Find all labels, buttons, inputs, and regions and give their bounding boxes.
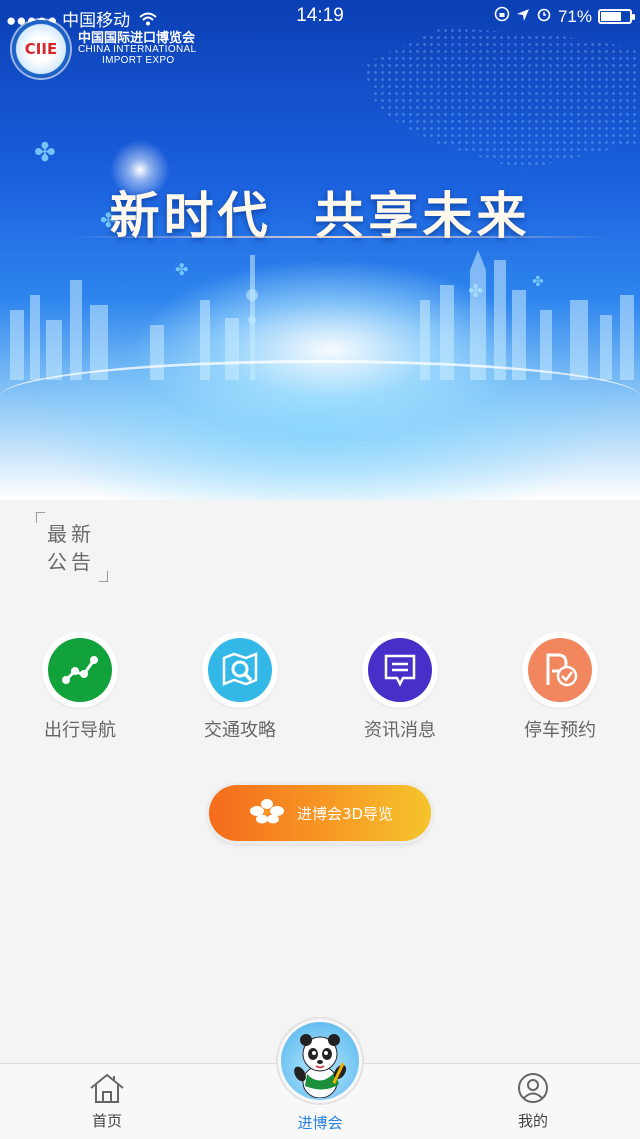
action-label: 停车预约 [524, 720, 596, 741]
logo-name-en-line2: IMPORT EXPO [102, 54, 175, 66]
action-parking-booking[interactable]: 停车预约 [480, 632, 640, 742]
world-map-dots [362, 27, 640, 170]
action-label: 出行导航 [44, 720, 116, 741]
action-icon-frame [42, 632, 118, 708]
guide-button-label: 进博会3D导览 [296, 804, 394, 823]
bracket-left [36, 512, 45, 523]
3d-guide-button[interactable]: 进博会3D导览 [209, 785, 431, 841]
ciie-logo: CIIE 中国国际进口博览会 CHINA INTERNATIONAL IMPOR… [12, 20, 196, 78]
user-icon [515, 1073, 551, 1108]
flower-logo-icon [247, 797, 287, 829]
latest-notice[interactable]: 最新公告 [36, 512, 108, 582]
map-search-icon [208, 638, 272, 702]
slogan-underline [70, 236, 610, 238]
quick-actions: 出行导航 交通攻略 资讯消息 停车预约 [0, 632, 640, 742]
action-icon-frame [362, 632, 438, 708]
expo-center-ring [0, 360, 640, 433]
battery-percent: 71% [557, 6, 592, 26]
action-icon-frame [202, 632, 278, 708]
location-icon [516, 7, 530, 27]
message-icon [368, 638, 432, 702]
tab-expo-label-wrap[interactable]: 进博会 [260, 1110, 380, 1133]
logo-text: 中国国际进口博览会 CHINA INTERNATIONAL IMPORT EXP… [78, 32, 196, 67]
battery-icon [598, 9, 635, 24]
city-skyline [10, 250, 634, 380]
tab-expo-label: 进博会 [297, 1114, 343, 1132]
parking-check-icon [528, 638, 592, 702]
home-icon [88, 1073, 126, 1108]
panda-mascot-icon [281, 1022, 359, 1100]
action-travel-navigation[interactable]: 出行导航 [0, 632, 160, 742]
tab-mine[interactable]: 我的 [473, 1072, 593, 1131]
action-label: 交通攻略 [204, 720, 276, 741]
emblem-text: CIIE [24, 40, 58, 58]
tab-home-label: 首页 [91, 1112, 122, 1130]
tab-home[interactable]: 首页 [47, 1072, 167, 1131]
logo-name-cn: 中国国际进口博览会 [78, 30, 196, 46]
notice-label: 最新公告 [47, 522, 95, 574]
action-news[interactable]: 资讯消息 [320, 632, 480, 742]
action-icon-frame [522, 632, 598, 708]
ciie-emblem: CIIE [12, 20, 70, 78]
action-traffic-guide[interactable]: 交通攻略 [160, 632, 320, 742]
clover-icon: ✤ [34, 138, 56, 168]
bracket-right [99, 571, 108, 582]
tab-mine-label: 我的 [517, 1112, 548, 1130]
tab-expo[interactable] [276, 1017, 364, 1105]
action-label: 资讯消息 [364, 720, 436, 741]
status-right: 71% [494, 6, 635, 27]
alarm-icon [536, 6, 552, 27]
route-icon [48, 638, 112, 702]
rotation-lock-icon [494, 6, 510, 27]
